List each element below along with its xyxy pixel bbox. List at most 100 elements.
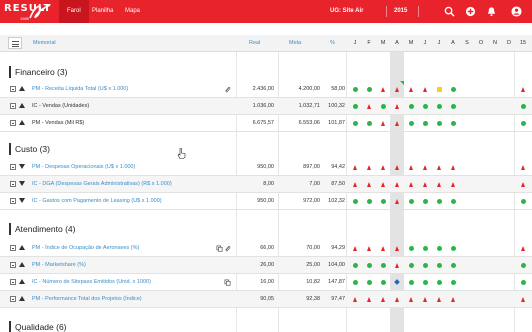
month-status-cell[interactable] xyxy=(376,257,390,274)
month-status-cell[interactable] xyxy=(404,257,418,274)
month-status-cell[interactable] xyxy=(376,115,390,132)
month-status-cell[interactable] xyxy=(446,98,460,115)
indicator-name[interactable]: PM - Performance Total dos Projetos (Índ… xyxy=(32,291,142,308)
month-status-cell[interactable] xyxy=(348,98,362,115)
month-status-cell[interactable] xyxy=(376,176,390,193)
month-status-cell[interactable] xyxy=(418,115,432,132)
month-status-cell[interactable] xyxy=(446,193,460,210)
month-status-cell[interactable] xyxy=(432,240,446,257)
month-status-cell[interactable] xyxy=(432,98,446,115)
expand-icon[interactable] xyxy=(10,279,16,285)
month-status-cell[interactable] xyxy=(418,274,432,291)
paperclip-icon[interactable] xyxy=(224,245,231,252)
month-status-cell[interactable] xyxy=(362,240,376,257)
app-logo[interactable]: RESULT 1985 xyxy=(4,3,50,22)
bell-icon[interactable] xyxy=(486,6,497,17)
month-status-cell[interactable] xyxy=(446,240,460,257)
table-row[interactable]: PM - Marketshare (%) 26,00 25,00 104,00 xyxy=(0,257,532,274)
month-status-cell[interactable] xyxy=(348,159,362,176)
month-status-cell[interactable] xyxy=(446,274,460,291)
indicator-name[interactable]: PM - Marketshare (%) xyxy=(32,257,86,274)
month-status-cell[interactable] xyxy=(404,81,418,98)
month-status-cell[interactable] xyxy=(418,240,432,257)
month-status-cell[interactable] xyxy=(362,274,376,291)
month-status-cell[interactable] xyxy=(376,193,390,210)
column-real[interactable]: Real xyxy=(249,35,260,52)
expand-icon[interactable] xyxy=(10,262,16,268)
month-status-cell[interactable] xyxy=(418,291,432,308)
month-status-cell[interactable] xyxy=(362,81,376,98)
month-status-cell[interactable] xyxy=(390,98,404,115)
indicator-name[interactable]: IC - DGA (Despesas Gerais Administrativa… xyxy=(32,176,172,193)
month-status-cell[interactable] xyxy=(404,159,418,176)
expand-icon[interactable] xyxy=(10,296,16,302)
month-status-cell[interactable] xyxy=(432,159,446,176)
month-status-cell[interactable] xyxy=(376,81,390,98)
month-status-cell[interactable] xyxy=(348,81,362,98)
nav-planilha[interactable]: Planilha xyxy=(84,0,121,23)
month-status-cell[interactable] xyxy=(516,98,530,115)
hamburger-icon[interactable] xyxy=(8,37,22,49)
month-status-cell[interactable] xyxy=(376,98,390,115)
table-row[interactable]: PM - Índice de Ocupação de Aeronaves (%)… xyxy=(0,240,532,257)
table-row[interactable]: IC - Gastos com Pagamento de Leasing (U$… xyxy=(0,193,532,210)
unit-selector[interactable]: UG: Site Air xyxy=(330,0,363,23)
month-status-cell[interactable] xyxy=(516,240,530,257)
month-status-cell[interactable] xyxy=(348,274,362,291)
month-status-cell[interactable] xyxy=(362,291,376,308)
month-status-cell[interactable] xyxy=(516,257,530,274)
paperclip-icon[interactable] xyxy=(224,86,231,93)
month-status-cell[interactable] xyxy=(390,274,404,291)
month-status-cell[interactable] xyxy=(376,291,390,308)
month-status-cell[interactable] xyxy=(516,159,530,176)
expand-icon[interactable] xyxy=(10,120,16,126)
user-icon[interactable] xyxy=(511,6,522,17)
month-status-cell[interactable] xyxy=(432,115,446,132)
expand-icon[interactable] xyxy=(10,164,16,170)
month-status-cell[interactable] xyxy=(432,193,446,210)
month-status-cell[interactable] xyxy=(516,291,530,308)
month-status-cell[interactable] xyxy=(418,98,432,115)
table-row[interactable]: PM - Performance Total dos Projetos (Índ… xyxy=(0,291,532,308)
month-status-cell[interactable] xyxy=(432,257,446,274)
month-status-cell[interactable] xyxy=(404,274,418,291)
month-status-cell[interactable] xyxy=(362,176,376,193)
month-status-cell[interactable] xyxy=(516,274,530,291)
month-status-cell[interactable] xyxy=(390,159,404,176)
expand-icon[interactable] xyxy=(10,86,16,92)
expand-icon[interactable] xyxy=(10,198,16,204)
expand-icon[interactable] xyxy=(10,103,16,109)
month-status-cell[interactable] xyxy=(404,291,418,308)
month-status-cell[interactable] xyxy=(376,274,390,291)
month-status-cell[interactable] xyxy=(390,240,404,257)
month-status-cell[interactable] xyxy=(362,193,376,210)
table-row[interactable]: PM - Despesas Operacionais (U$ x 1.000) 9… xyxy=(0,159,532,176)
month-status-cell[interactable] xyxy=(390,81,404,98)
month-status-cell[interactable] xyxy=(348,291,362,308)
month-status-cell[interactable] xyxy=(404,176,418,193)
month-status-cell[interactable] xyxy=(446,291,460,308)
month-status-cell[interactable] xyxy=(404,193,418,210)
year-selector[interactable]: 2015 xyxy=(394,0,407,23)
month-status-cell[interactable] xyxy=(432,291,446,308)
month-status-cell[interactable] xyxy=(418,176,432,193)
month-status-cell[interactable] xyxy=(446,257,460,274)
month-status-cell[interactable] xyxy=(390,115,404,132)
column-percent[interactable]: % xyxy=(330,35,335,52)
table-row[interactable]: PM - Vendas (Mil R$) 6.675,57 6.553,06 101,… xyxy=(0,115,532,132)
month-status-cell[interactable] xyxy=(362,159,376,176)
month-status-cell[interactable] xyxy=(348,115,362,132)
month-status-cell[interactable] xyxy=(418,257,432,274)
month-status-cell[interactable] xyxy=(516,81,530,98)
table-row[interactable]: IC - Número de Sitepass Emitidos (Unid. … xyxy=(0,274,532,291)
month-status-cell[interactable] xyxy=(376,240,390,257)
table-row[interactable]: IC - Vendas (Unidades) 1.036,00 1.032,71 10… xyxy=(0,98,532,115)
month-status-cell[interactable] xyxy=(348,257,362,274)
month-status-cell[interactable] xyxy=(516,193,530,210)
month-status-cell[interactable] xyxy=(418,193,432,210)
month-status-cell[interactable] xyxy=(404,115,418,132)
month-status-cell[interactable] xyxy=(446,81,460,98)
month-status-cell[interactable] xyxy=(418,81,432,98)
month-status-cell[interactable] xyxy=(446,115,460,132)
indicator-name[interactable]: PM - Despesas Operacionais (U$ x 1.000) xyxy=(32,159,135,176)
